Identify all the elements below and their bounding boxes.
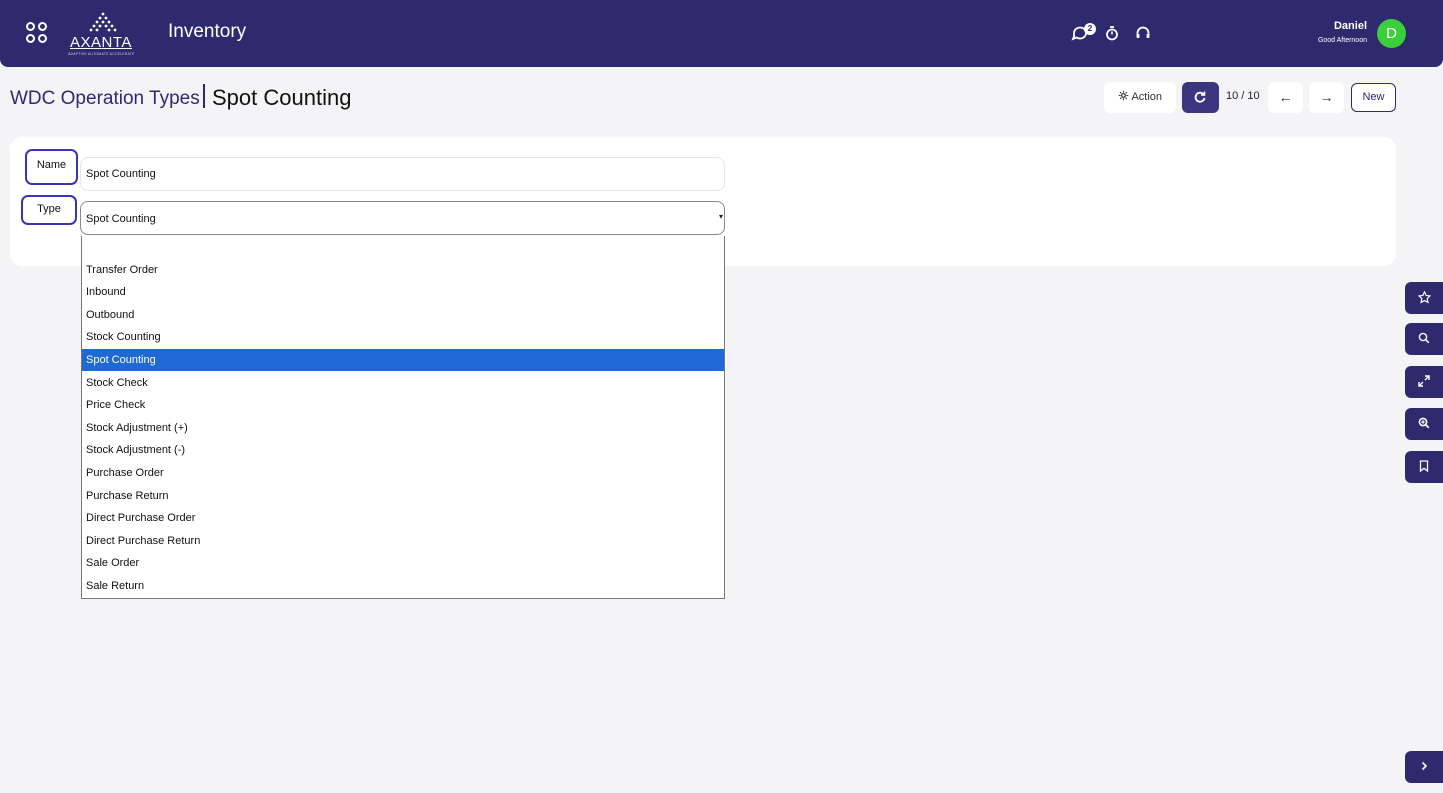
dropdown-option[interactable]: Outbound — [82, 304, 724, 326]
dropdown-option[interactable]: Stock Counting — [82, 326, 724, 348]
axanta-logo[interactable]: AXANTA ADAPTIVE AUTOMATE ACCELERATE — [68, 12, 138, 56]
bookmark-button[interactable] — [1405, 451, 1443, 483]
logo-text: AXANTA — [70, 34, 132, 51]
dropdown-option[interactable]: Inbound — [82, 281, 724, 303]
dropdown-option[interactable]: Transfer Order — [82, 259, 724, 281]
dropdown-option[interactable]: Purchase Return — [82, 485, 724, 507]
type-select[interactable]: Spot Counting ▾ — [80, 201, 725, 235]
caret-down-icon: ▾ — [718, 212, 723, 221]
type-dropdown-list: Transfer Order Inbound Outbound Stock Co… — [81, 236, 725, 599]
dropdown-option[interactable]: Sale Return — [82, 575, 724, 597]
dropdown-option-selected[interactable]: Spot Counting — [82, 349, 724, 371]
user-name: Daniel — [1333, 20, 1367, 32]
user-greeting: Good Afternoon — [1317, 37, 1367, 44]
chevron-right-icon — [1421, 761, 1428, 771]
new-button[interactable]: New — [1351, 83, 1396, 112]
record-pager: 10 / 10 — [1226, 90, 1260, 102]
logo-tagline: ADAPTIVE AUTOMATE ACCELERATE — [68, 52, 135, 56]
action-button[interactable]: Action — [1104, 82, 1176, 113]
gear-icon — [1118, 90, 1129, 101]
logo-mark-icon — [89, 12, 117, 32]
search-icon — [1418, 332, 1430, 344]
zoom-icon — [1418, 417, 1430, 429]
dropdown-option[interactable]: Purchase Order — [82, 462, 724, 484]
refresh-button[interactable] — [1182, 82, 1219, 113]
dropdown-option[interactable]: Direct Purchase Order — [82, 507, 724, 529]
name-label: Name — [25, 149, 78, 185]
name-field[interactable]: Spot Counting — [80, 157, 725, 191]
zoom-button[interactable] — [1405, 408, 1443, 440]
expand-icon — [1418, 375, 1430, 387]
dropdown-option[interactable]: Stock Adjustment (-) — [82, 439, 724, 461]
favorite-button[interactable] — [1405, 282, 1443, 314]
breadcrumb-root-link[interactable]: WDC Operation Types — [10, 88, 200, 110]
app-title: Inventory — [168, 21, 247, 42]
dropdown-option[interactable] — [82, 236, 724, 258]
action-button-label: Action — [1131, 91, 1163, 103]
chat-badge: 2 — [1084, 23, 1096, 35]
bookmark-icon — [1419, 460, 1429, 472]
type-label: Type — [21, 195, 77, 225]
dropdown-option[interactable]: Sale Order — [82, 552, 724, 574]
star-icon — [1418, 291, 1431, 304]
previous-record-button[interactable]: ← — [1268, 82, 1303, 113]
refresh-icon — [1194, 91, 1206, 103]
timer-icon[interactable] — [1103, 24, 1121, 42]
collapse-rail-button[interactable] — [1405, 751, 1443, 783]
headset-icon[interactable] — [1134, 24, 1152, 42]
page-title: Spot Counting — [212, 85, 352, 110]
avatar[interactable]: D — [1377, 19, 1406, 48]
apps-grid-icon[interactable] — [26, 22, 48, 44]
dropdown-option[interactable]: Stock Adjustment (+) — [82, 417, 724, 439]
top-navigation-bar: AXANTA ADAPTIVE AUTOMATE ACCELERATE Inve… — [0, 0, 1443, 67]
dropdown-option[interactable]: Price Check — [82, 394, 724, 416]
expand-button[interactable] — [1405, 366, 1443, 398]
dropdown-option[interactable]: Stock Check — [82, 372, 724, 394]
search-button[interactable] — [1405, 323, 1443, 355]
dropdown-option[interactable]: Direct Purchase Return — [82, 530, 724, 552]
next-record-button[interactable]: → — [1309, 82, 1344, 113]
type-select-value: Spot Counting — [86, 213, 156, 225]
breadcrumb-divider — [203, 84, 205, 108]
